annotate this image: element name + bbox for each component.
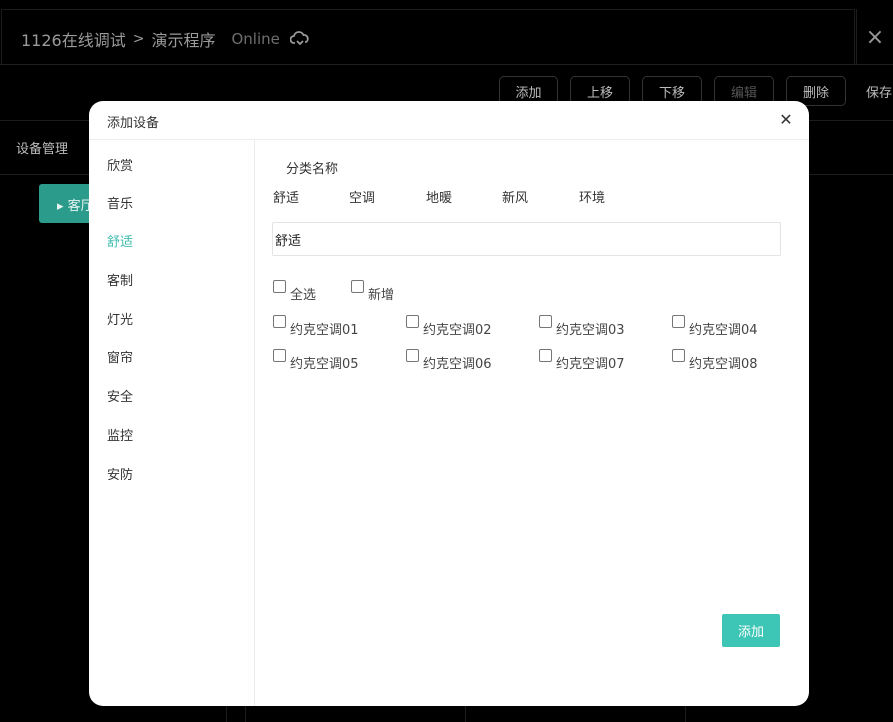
breadcrumb-project[interactable]: 1126在线调试: [21, 27, 126, 51]
category-name-input[interactable]: [272, 222, 781, 256]
checkbox-box[interactable]: [273, 315, 286, 328]
sidebar-item-comfort[interactable]: 舒适: [107, 231, 133, 250]
select-all-checkbox[interactable]: 全选: [273, 280, 317, 303]
device-label: 约克空调05: [290, 357, 359, 372]
checkbox-label: 新增: [368, 288, 395, 303]
sidebar-item-safety[interactable]: 安全: [107, 386, 133, 405]
confirm-add-button[interactable]: 添加: [722, 614, 780, 647]
breadcrumb: 1126在线调试 > 演示程序 Online: [21, 27, 310, 51]
category-tab-floor-heating[interactable]: 地暖: [426, 187, 452, 206]
connection-status: Online: [231, 30, 280, 48]
sidebar-item-custom[interactable]: 客制: [107, 270, 133, 289]
checkbox-box[interactable]: [351, 280, 364, 293]
category-tab-fresh-air[interactable]: 新风: [502, 187, 528, 206]
device-label: 约克空调04: [689, 323, 758, 338]
device-label: 约克空调03: [556, 323, 625, 338]
sidebar-item-security[interactable]: 安防: [107, 464, 133, 483]
dialog-header: 添加设备 ✕: [89, 101, 809, 140]
device-checkbox[interactable]: 约克空调08: [672, 349, 758, 372]
device-checkbox[interactable]: 约克空调01: [273, 315, 359, 338]
save-button[interactable]: 保存: [858, 76, 893, 106]
device-checkbox[interactable]: 约克空调03: [539, 315, 625, 338]
top-bar: 1126在线调试 > 演示程序 Online ×: [0, 0, 893, 65]
checkbox-box[interactable]: [672, 349, 685, 362]
category-tab-environment[interactable]: 环境: [579, 187, 605, 206]
device-checkbox[interactable]: 约克空调02: [406, 315, 492, 338]
checkbox-box[interactable]: [672, 315, 685, 328]
window-close-button[interactable]: ×: [856, 9, 893, 65]
device-checkbox[interactable]: 约克空调05: [273, 349, 359, 372]
device-label: 约克空调08: [689, 357, 758, 372]
sidebar-item-curtain[interactable]: 窗帘: [107, 347, 133, 366]
close-icon[interactable]: ✕: [777, 111, 795, 129]
checkbox-box[interactable]: [406, 315, 419, 328]
sidebar-item-monitor[interactable]: 监控: [107, 425, 133, 444]
sidebar-item-lighting[interactable]: 灯光: [107, 309, 133, 328]
checkbox-label: 全选: [290, 288, 317, 303]
dialog-content: 分类名称 舒适 空调 地暖 新风 环境 全选 新增 约克空调01 约克空调02 …: [255, 140, 809, 706]
device-checkbox[interactable]: 约克空调06: [406, 349, 492, 372]
tab-device-management[interactable]: 设备管理: [16, 138, 68, 157]
breadcrumb-program[interactable]: 演示程序: [151, 27, 215, 51]
device-label: 约克空调07: [556, 357, 625, 372]
checkbox-box[interactable]: [273, 349, 286, 362]
category-sidebar: 欣赏 音乐 舒适 客制 灯光 窗帘 安全 监控 安防: [89, 140, 255, 706]
category-tab-comfort[interactable]: 舒适: [273, 187, 299, 206]
checkbox-box[interactable]: [273, 280, 286, 293]
category-tab-aircon[interactable]: 空调: [349, 187, 375, 206]
sidebar-item-enjoy[interactable]: 欣赏: [107, 155, 133, 174]
device-label: 约克空调01: [290, 323, 359, 338]
device-label: 约克空调06: [423, 357, 492, 372]
category-name-label: 分类名称: [286, 162, 339, 177]
checkbox-box[interactable]: [539, 349, 552, 362]
device-checkbox[interactable]: 约克空调04: [672, 315, 758, 338]
sidebar-item-music[interactable]: 音乐: [107, 193, 133, 212]
cloud-sync-icon[interactable]: [289, 31, 310, 47]
checkbox-box[interactable]: [539, 315, 552, 328]
device-label: 约克空调02: [423, 323, 492, 338]
add-device-dialog: 添加设备 ✕ 欣赏 音乐 舒适 客制 灯光 窗帘 安全 监控 安防 分类名称 舒…: [89, 101, 809, 706]
add-new-checkbox[interactable]: 新增: [351, 280, 395, 303]
device-checkbox[interactable]: 约克空调07: [539, 349, 625, 372]
breadcrumb-separator: >: [132, 31, 145, 47]
dialog-title: 添加设备: [107, 116, 160, 131]
checkbox-box[interactable]: [406, 349, 419, 362]
